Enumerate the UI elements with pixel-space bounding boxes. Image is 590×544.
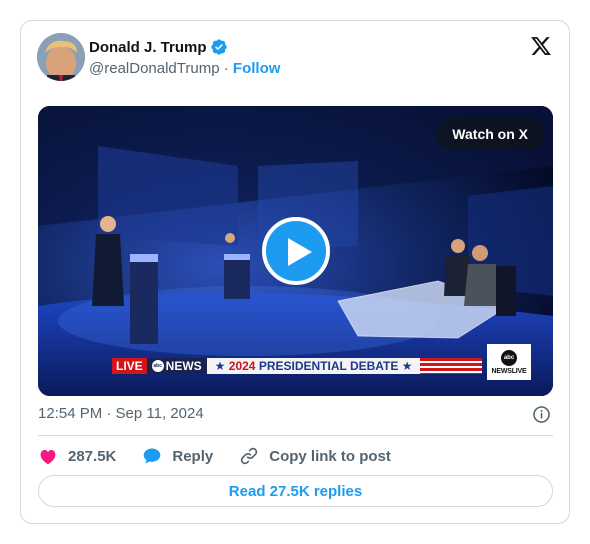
copy-link-button[interactable]: Copy link to post (239, 446, 391, 466)
x-logo-icon[interactable] (530, 35, 552, 57)
post-timestamp[interactable]: 12:54 PM · Sep 11, 2024 (38, 405, 204, 422)
network-label: NEWS (165, 359, 202, 373)
reply-button[interactable]: Reply (142, 446, 213, 466)
author-handle[interactable]: @realDonaldTrump (89, 60, 220, 77)
reply-label: Reply (172, 447, 214, 465)
read-replies-button[interactable]: Read 27.5K replies (38, 475, 553, 507)
author-avatar[interactable] (37, 33, 85, 81)
separator-dot: · (223, 60, 229, 77)
watch-on-x-button[interactable]: Watch on X (436, 118, 544, 150)
copy-link-label: Copy link to post (269, 447, 391, 465)
like-button[interactable]: 287.5K (38, 446, 116, 466)
embedded-post-card: Donald J. Trump @realDonaldTrump · Follo… (20, 20, 570, 524)
abc-bug-text: NEWSLIVE (491, 367, 527, 375)
action-bar: 287.5K Reply Copy link to post (38, 446, 417, 466)
author-handle-row: @realDonaldTrump · Follow (89, 60, 280, 77)
debate-title: ★ 2024 PRESIDENTIAL DEBATE ★ (206, 358, 421, 374)
reply-bubble-icon (144, 448, 161, 464)
play-button[interactable] (262, 217, 330, 285)
video-player[interactable]: Watch on X LIVE abc NEWS ★ 2024 PRESIDEN… (38, 106, 553, 396)
network-tag: abc NEWS (146, 358, 207, 374)
divider (38, 435, 553, 436)
broadcast-lower-third: LIVE abc NEWS ★ 2024 PRESIDENTIAL DEBATE… (112, 358, 483, 374)
abc-news-live-bug: abc NEWSLIVE (487, 344, 531, 380)
heart-icon (40, 449, 56, 465)
author-name-row: Donald J. Trump (89, 38, 228, 56)
author-name[interactable]: Donald J. Trump (89, 39, 207, 56)
abc-bug-logo: abc (501, 349, 517, 366)
play-icon (288, 238, 312, 266)
flag-stripes (420, 358, 483, 374)
follow-link[interactable]: Follow (233, 60, 281, 77)
abc-logo-icon: abc (151, 360, 164, 372)
live-tag: LIVE (112, 358, 147, 374)
verified-badge-icon (210, 39, 227, 55)
like-count: 287.5K (68, 447, 117, 465)
debate-title-text: PRESIDENTIAL DEBATE (258, 359, 399, 373)
info-icon[interactable] (532, 405, 551, 424)
debate-year: 2024 (228, 359, 256, 373)
link-icon (241, 447, 258, 465)
